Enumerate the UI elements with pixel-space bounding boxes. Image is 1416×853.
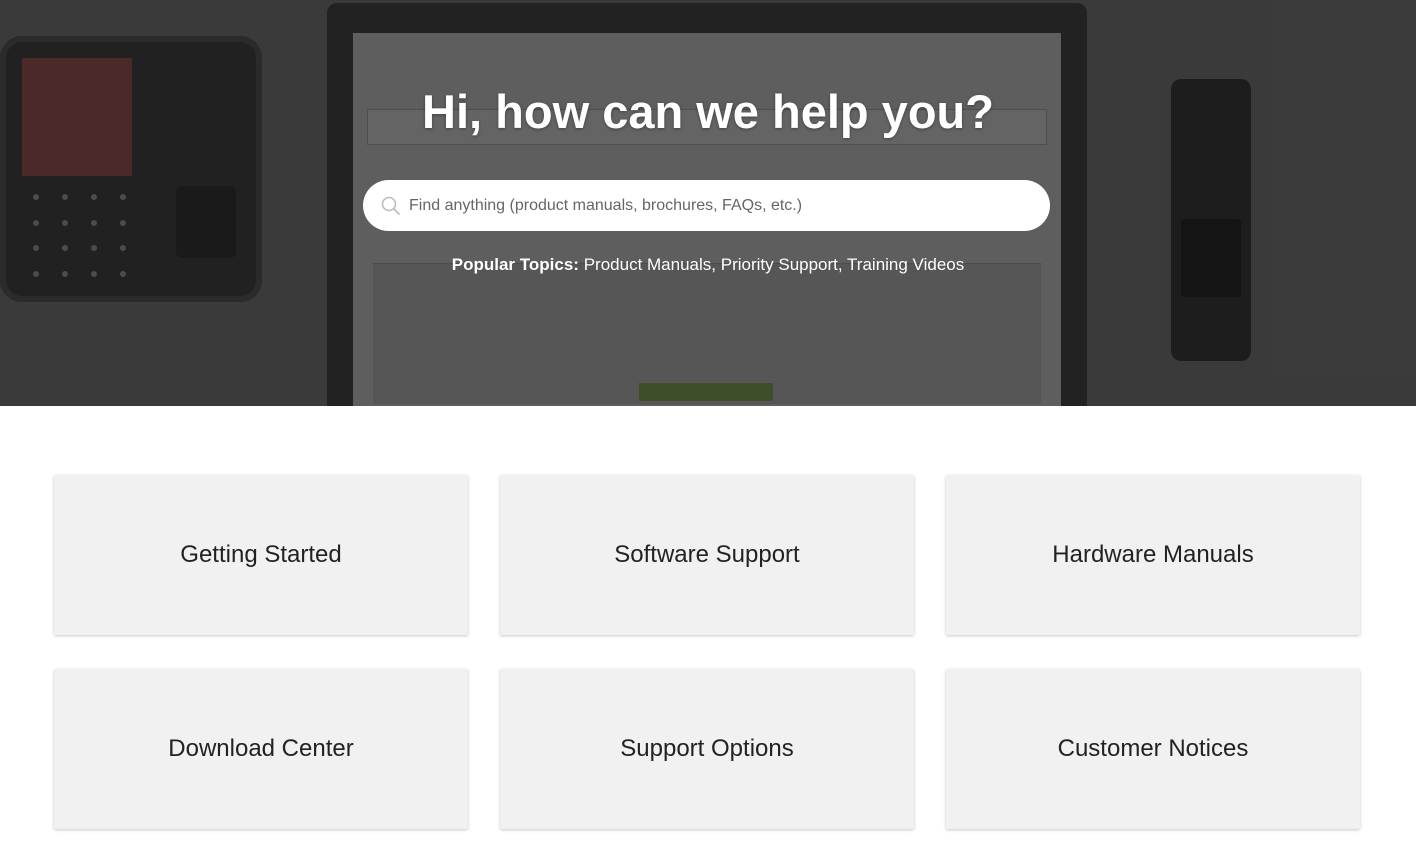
popular-topic-training-videos-link[interactable]: Training Videos	[847, 255, 964, 274]
popular-topics-label: Popular Topics:	[451, 255, 579, 274]
hero-title: Hi, how can we help you?	[422, 85, 994, 138]
search-box[interactable]	[363, 180, 1050, 231]
popular-topic-product-manuals-link[interactable]: Product Manuals	[584, 255, 712, 274]
search-input[interactable]	[409, 180, 1029, 231]
popular-topics: Popular Topics: Product Manuals, Priorit…	[451, 255, 965, 274]
card-label: Hardware Manuals	[1052, 541, 1254, 568]
popular-topic-priority-support-link[interactable]: Priority Support	[721, 255, 838, 274]
card-label: Software Support	[614, 541, 800, 568]
card-download-center[interactable]: Download Center	[54, 669, 468, 829]
card-label: Support Options	[620, 735, 794, 762]
card-label: Download Center	[168, 735, 354, 762]
card-label: Customer Notices	[1057, 735, 1249, 762]
search-icon	[381, 196, 401, 216]
card-label: Getting Started	[180, 541, 342, 568]
card-software-support[interactable]: Software Support	[500, 475, 914, 635]
card-getting-started[interactable]: Getting Started	[54, 475, 468, 635]
card-support-options[interactable]: Support Options	[500, 669, 914, 829]
hero-banner: Hi, how can we help you? Popular Topics:…	[0, 0, 1416, 406]
card-customer-notices[interactable]: Customer Notices	[946, 669, 1360, 829]
card-hardware-manuals[interactable]: Hardware Manuals	[946, 475, 1360, 635]
